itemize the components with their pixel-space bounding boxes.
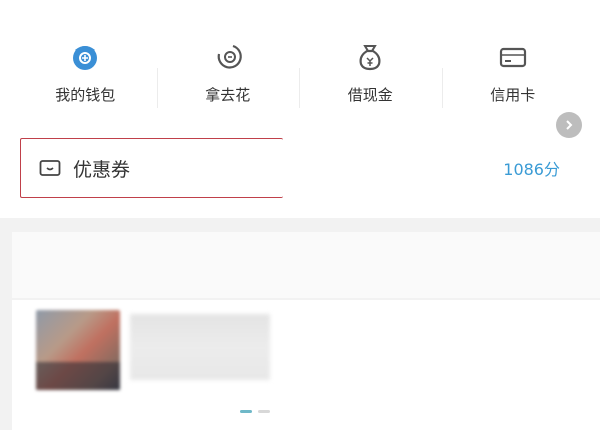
coupon-label: 优惠券 [73, 158, 131, 181]
ticket-icon [39, 160, 61, 176]
quick-action-label: 拿去花 [205, 86, 251, 104]
points-value[interactable]: 1086分 [503, 156, 560, 180]
quick-action-label: 我的钱包 [55, 86, 116, 104]
carousel-dot [258, 410, 270, 413]
quick-action-label: 信用卡 [490, 86, 536, 104]
coupon-row[interactable]: 优惠券 1086分 [20, 138, 580, 198]
moon-pay-icon [217, 44, 242, 69]
credit-card-icon [499, 47, 526, 68]
chevron-right-icon [566, 120, 573, 130]
coupon-entry[interactable]: 优惠券 [20, 138, 283, 198]
quick-actions-row: 我的钱包 拿去花 借现金 信用卡 [14, 28, 584, 120]
money-bag-icon [359, 45, 381, 71]
carousel-dot-active [240, 410, 252, 413]
blurred-thumbnail [36, 310, 120, 390]
quick-action-naquhua[interactable]: 拿去花 [156, 28, 300, 120]
content-card[interactable] [12, 300, 600, 430]
quick-action-borrow-cash[interactable]: 借现金 [299, 28, 442, 120]
scroll-right-button[interactable] [556, 112, 582, 138]
blank-card [12, 232, 600, 298]
quick-actions-card: 我的钱包 拿去花 借现金 信用卡 优惠券 1086分 [0, 0, 600, 218]
blurred-text [130, 314, 270, 380]
quick-action-credit-card[interactable]: 信用卡 [441, 28, 585, 120]
quick-action-wallet[interactable]: 我的钱包 [14, 28, 157, 120]
quick-action-label: 借现金 [347, 86, 393, 104]
wallet-icon [73, 46, 98, 70]
carousel-dots [240, 410, 280, 414]
